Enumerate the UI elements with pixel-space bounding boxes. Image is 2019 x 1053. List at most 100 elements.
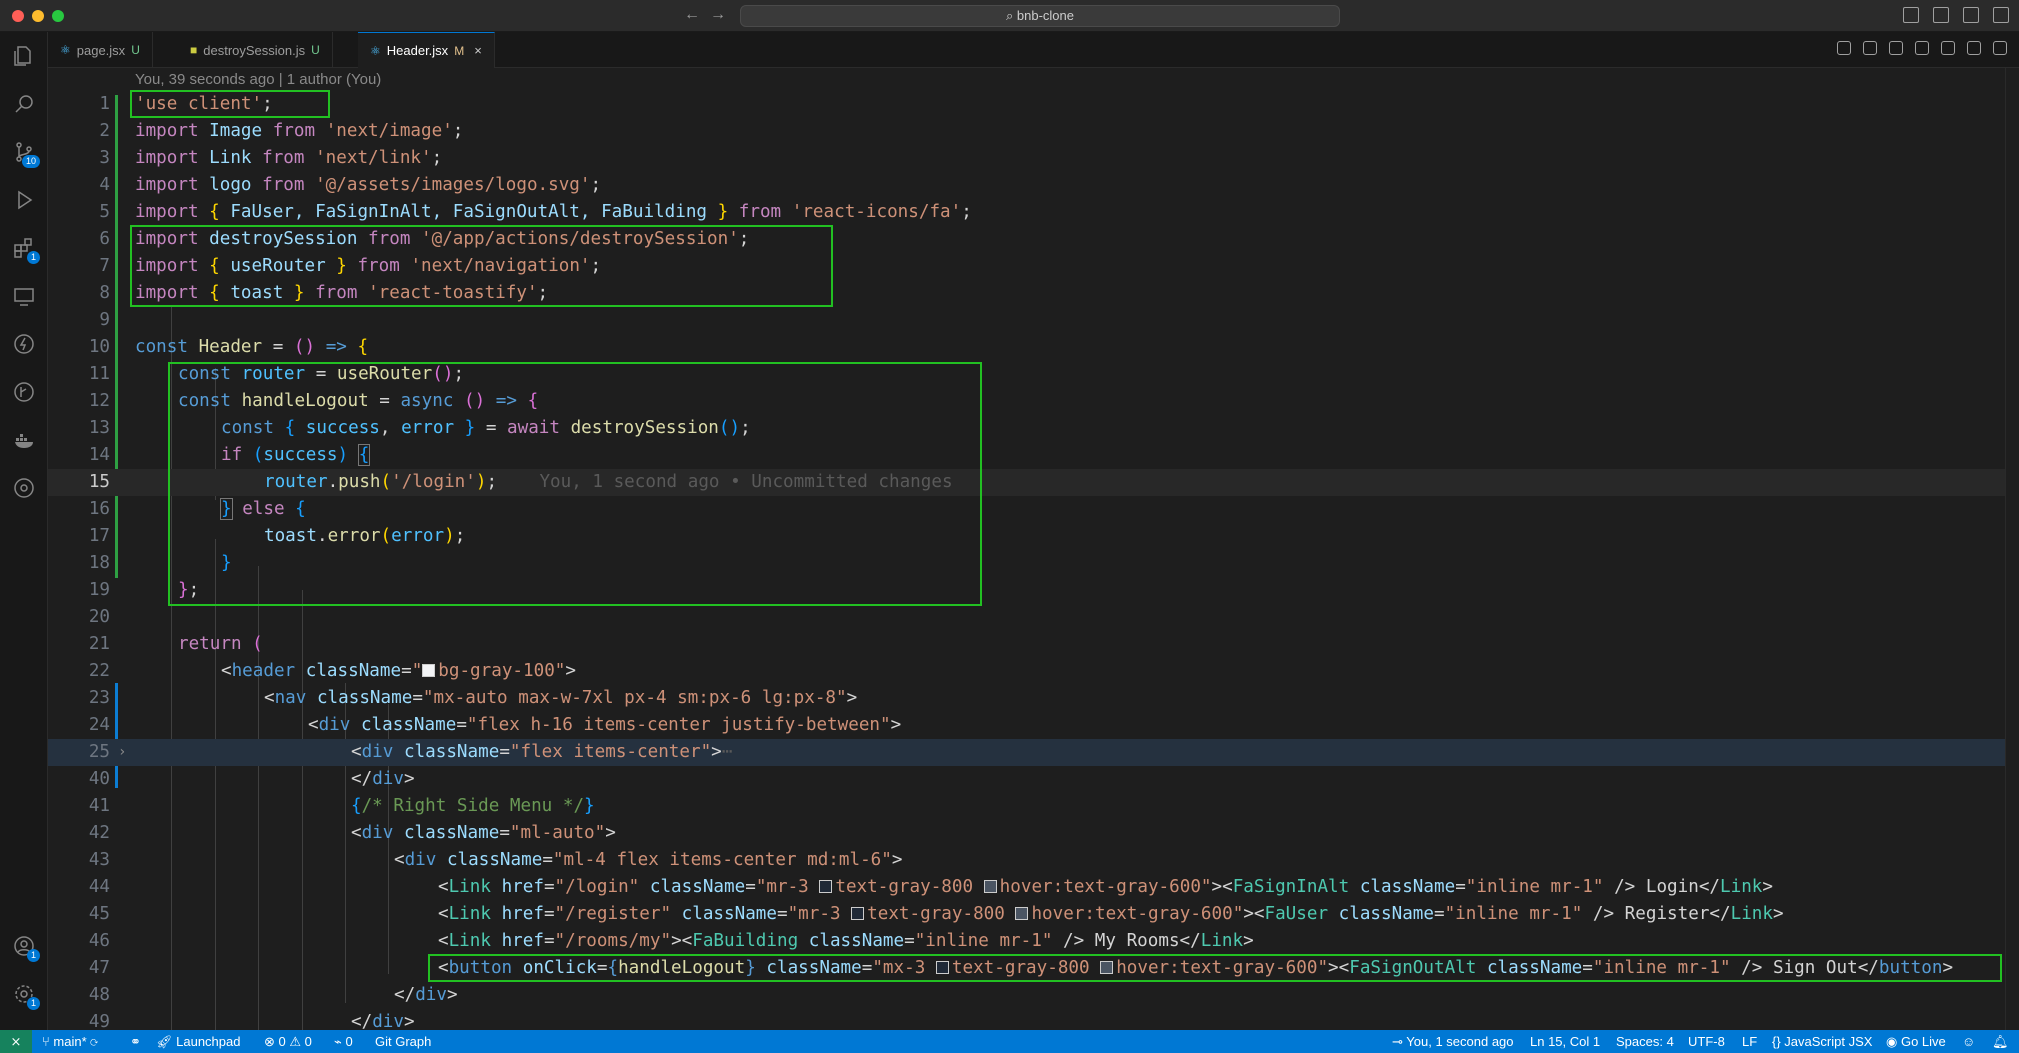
previous-change-icon[interactable]: [1889, 41, 1903, 55]
color-swatch[interactable]: [935, 961, 949, 974]
code-line: 8 import { toast } from 'react-toastify';: [99, 283, 549, 303]
back-arrow-icon[interactable]: ←: [684, 6, 700, 24]
customize-layout-icon[interactable]: [1993, 7, 2009, 23]
code-line: 21 return (: [88, 634, 263, 654]
source-control-badge: 10: [21, 155, 40, 168]
rocket-icon: 🚀︎: [156, 1034, 177, 1049]
search-icon: ⌕: [1005, 8, 1017, 23]
branch-indicator[interactable]: ⑂ main* ⟳: [42, 1030, 98, 1053]
code-line: 20: [88, 607, 110, 627]
window-title: bnb-clone: [1016, 8, 1074, 23]
forward-arrow-icon[interactable]: →: [710, 6, 726, 24]
run-debug-icon[interactable]: [12, 188, 36, 212]
next-change-icon[interactable]: [1915, 41, 1929, 55]
code-line: 7 import { useRouter } from 'next/navigat…: [99, 256, 602, 276]
remote-explorer-icon[interactable]: [12, 284, 36, 308]
broadcast-icon: ◉: [1886, 1034, 1901, 1049]
color-swatch[interactable]: [851, 907, 865, 920]
tab-status: M: [454, 43, 465, 58]
launchpad-item[interactable]: 🚀︎ Launchpad: [156, 1030, 240, 1053]
warning-icon: ⚠: [289, 1034, 305, 1049]
live-share-icon[interactable]: ⚭: [130, 1030, 141, 1053]
accounts-badge: 1: [26, 949, 40, 962]
accounts-icon[interactable]: 1: [12, 934, 40, 962]
maximize-window-button[interactable]: [52, 10, 64, 22]
problems-indicator[interactable]: ⊗ 0 ⚠ 0: [264, 1030, 312, 1053]
color-swatch[interactable]: [819, 880, 833, 893]
git-graph-icon[interactable]: [12, 380, 36, 404]
inline-blame-annotation: You, 1 second ago • Uncommitted changes: [539, 472, 953, 492]
more-actions-icon[interactable]: [1993, 41, 2007, 55]
encoding[interactable]: UTF-8: [1688, 1030, 1725, 1053]
color-swatch[interactable]: [1100, 961, 1114, 974]
code-line-current: 15 router.push('/login'); You, 1 second a…: [48, 469, 2008, 496]
fold-chevron-icon[interactable]: ›: [118, 739, 126, 766]
git-branch-icon: ⑂: [42, 1034, 54, 1049]
remote-indicator-icon[interactable]: ⨯: [0, 1030, 32, 1053]
codelens-blame[interactable]: You, 39 seconds ago | 1 author (You): [135, 71, 381, 88]
code-line: 17 toast.error(error);: [88, 526, 466, 546]
tab-page-jsx[interactable]: ⚛ page.jsx U: [48, 32, 153, 68]
code-line: 41 {/* Right Side Menu */}: [88, 796, 595, 816]
code-line: 10 const Header = () => {: [88, 337, 369, 357]
go-live-button[interactable]: ◉ Go Live: [1886, 1030, 1946, 1053]
git-blame-icon[interactable]: [1863, 41, 1877, 55]
toggle-sidebar-icon[interactable]: [1903, 7, 1919, 23]
command-center-search[interactable]: ⌕ bnb-clone: [740, 5, 1340, 27]
code-line: 22 <header className=" bg-gray-100">: [88, 661, 576, 681]
open-preview-icon[interactable]: [1941, 41, 1955, 55]
status-bar: ⨯ ⑂ main* ⟳ ⚭ 🚀︎ Launchpad ⊗ 0 ⚠ 0 ⌁ 0 G…: [0, 1030, 2019, 1053]
end-of-line[interactable]: LF: [1742, 1030, 1757, 1053]
language-mode[interactable]: {} JavaScript JSX: [1772, 1030, 1872, 1053]
tab-destroysession-js[interactable]: ■ destroySession.js U: [178, 32, 333, 68]
code-line: 9: [99, 310, 110, 330]
ports-icon: ⌁: [334, 1034, 346, 1049]
code-line: 42 <div className="ml-auto">: [88, 823, 616, 843]
color-swatch[interactable]: [983, 880, 997, 893]
split-editor-icon[interactable]: [1967, 41, 1981, 55]
search-icon[interactable]: [12, 92, 36, 116]
code-line: 4 import logo from '@/assets/images/logo.…: [99, 175, 602, 195]
toggle-panel-icon[interactable]: [1933, 7, 1949, 23]
editor-scrollbar[interactable]: [2005, 68, 2019, 1030]
settings-badge: 1: [26, 997, 40, 1010]
code-editor[interactable]: You, 39 seconds ago | 1 author (You) 1'u…: [48, 68, 2019, 1030]
explorer-icon[interactable]: [12, 44, 36, 68]
close-icon[interactable]: ×: [474, 43, 482, 58]
code-line: 44 <Link href="/login" className="mr-3 te…: [88, 877, 1773, 897]
open-changes-icon[interactable]: [1837, 41, 1851, 55]
docker-icon[interactable]: [12, 428, 36, 452]
toggle-secondary-sidebar-icon[interactable]: [1963, 7, 1979, 23]
feedback-icon[interactable]: ☺: [1962, 1030, 1975, 1053]
code-line: 11 const router = useRouter();: [88, 364, 465, 384]
minimize-window-button[interactable]: [32, 10, 44, 22]
source-control-icon[interactable]: 10: [12, 140, 40, 168]
folded-ellipsis[interactable]: ⋯: [722, 742, 733, 762]
git-graph-item[interactable]: Git Graph: [375, 1030, 431, 1053]
code-line: 48 </div>: [88, 985, 458, 1005]
js-icon: ■: [190, 43, 198, 57]
thunder-client-icon[interactable]: [12, 332, 36, 356]
gitlens-icon[interactable]: [12, 476, 36, 500]
settings-gear-icon[interactable]: 1: [12, 982, 40, 1010]
react-icon: ⚛: [60, 43, 71, 57]
close-window-button[interactable]: [12, 10, 24, 22]
color-swatch[interactable]: [422, 664, 436, 677]
code-line: 40 </div>: [88, 769, 415, 789]
code-line: 43 <div className="ml-4 flex items-center…: [88, 850, 903, 870]
editor-tab-bar: ⚛ page.jsx U ■ destroySession.js U ⚛ Hea…: [48, 32, 2019, 68]
tab-header-jsx[interactable]: ⚛ Header.jsx M ×: [358, 32, 495, 68]
extensions-badge: 1: [26, 251, 40, 264]
cursor-position[interactable]: Ln 15, Col 1: [1530, 1030, 1600, 1053]
code-line: 5 import { FaUser, FaSignInAlt, FaSignOut…: [99, 202, 972, 222]
blame-status-item[interactable]: ⊸ You, 1 second ago: [1392, 1030, 1514, 1053]
extensions-icon[interactable]: 1: [12, 236, 40, 264]
color-swatch[interactable]: [1015, 907, 1029, 920]
code-line: 19};: [88, 580, 200, 600]
indentation[interactable]: Spaces: 4: [1616, 1030, 1674, 1053]
error-icon: ⊗: [264, 1034, 279, 1049]
ports-indicator[interactable]: ⌁ 0: [334, 1030, 353, 1053]
notifications-bell-icon[interactable]: 🔔︎: [1992, 1030, 2009, 1053]
git-commit-icon: ⊸: [1392, 1034, 1407, 1049]
code-line: 49 </div>: [88, 1012, 415, 1030]
